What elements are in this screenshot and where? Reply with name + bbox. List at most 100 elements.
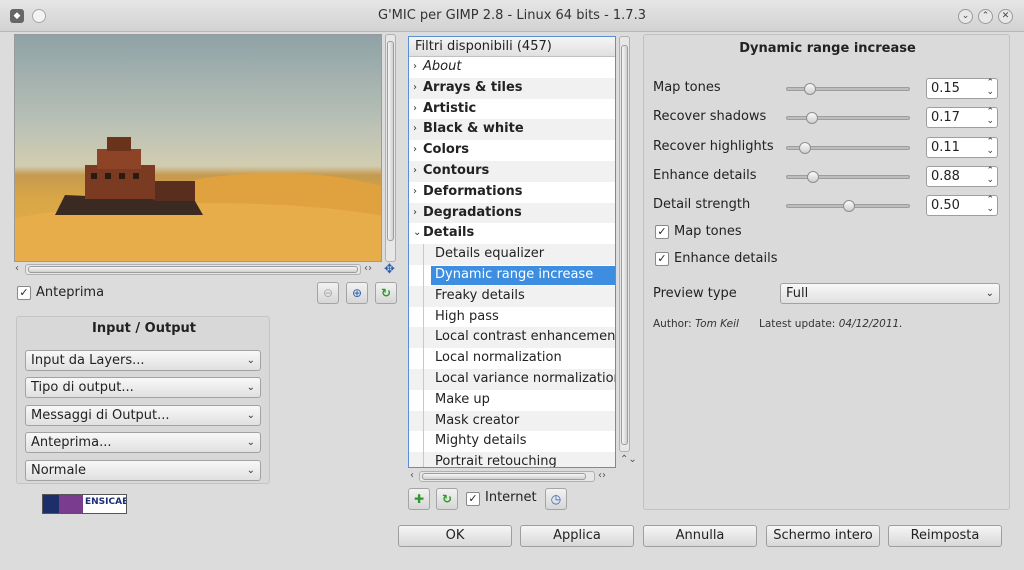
filter-item[interactable]: Local contrast enhancement	[409, 327, 615, 349]
input-layers-combo[interactable]: Input da Layers... ⌄	[25, 350, 261, 371]
reset-button[interactable]: Reimposta	[888, 525, 1002, 547]
spin-arrows-icon[interactable]: ⌃ ⌄	[986, 196, 994, 214]
scroll-thumb[interactable]	[28, 266, 358, 273]
filter-item-label: Make up	[435, 391, 490, 407]
maximize-icon[interactable]: ⌃	[978, 9, 993, 24]
filter-tree-vertical-scrollbar[interactable]	[619, 36, 630, 452]
blend-mode-combo[interactable]: Normale ⌄	[25, 460, 261, 481]
filter-item-label: Degradations	[423, 204, 522, 220]
add-favorite-icon[interactable]: ✚	[408, 488, 430, 510]
filter-category[interactable]: › About	[409, 57, 615, 78]
filter-category[interactable]: › Degradations	[409, 202, 615, 224]
apply-button[interactable]: Applica	[520, 525, 634, 547]
ok-button[interactable]: OK	[398, 525, 512, 547]
scroll-thumb[interactable]	[422, 473, 586, 480]
chevron-down-icon[interactable]: ⌄	[413, 223, 421, 243]
combo-value: Input da Layers...	[31, 353, 145, 368]
filter-item[interactable]: High pass	[409, 306, 615, 328]
chevron-right-icon[interactable]: ›	[413, 99, 417, 119]
preview-mode-combo[interactable]: Anteprima... ⌄	[25, 432, 261, 453]
update-label: Latest update:	[759, 318, 836, 330]
filter-item[interactable]: Mask creator	[409, 410, 615, 432]
param-spinbox[interactable]: 0.17 ⌃ ⌄	[926, 107, 998, 129]
param-slider[interactable]	[786, 141, 910, 154]
filter-item[interactable]: Make up	[409, 389, 615, 411]
preview-vertical-scrollbar[interactable]	[385, 34, 396, 262]
preview-checkbox[interactable]: ✓	[17, 286, 31, 300]
param-slider[interactable]	[786, 200, 910, 213]
filter-tree[interactable]: Filtri disponibili (457) › About › Arrays &…	[408, 36, 616, 468]
internet-checkbox[interactable]: ✓	[466, 492, 480, 506]
chevron-right-icon[interactable]: ›	[413, 119, 417, 139]
scroll-right-icon[interactable]: ‹›	[598, 470, 606, 481]
param-slider[interactable]	[786, 83, 910, 95]
zoom-in-icon[interactable]: ⊕	[346, 282, 368, 304]
close-icon[interactable]: ✕	[998, 9, 1013, 24]
logo-block	[59, 495, 83, 513]
fullscreen-button[interactable]: Schermo intero	[766, 525, 880, 547]
clock-icon[interactable]: ◷	[545, 488, 567, 510]
scroll-right-icon[interactable]: ‹›	[364, 263, 372, 274]
combo-value: Full	[786, 286, 809, 301]
param-spinbox[interactable]: 0.88 ⌃ ⌄	[926, 165, 998, 187]
param-slider[interactable]	[786, 112, 910, 125]
chevron-right-icon[interactable]: ›	[413, 57, 417, 77]
scroll-down-icon[interactable]: ⌃⌄	[620, 454, 637, 465]
slider-handle[interactable]	[799, 141, 812, 154]
enhance-details-checkbox-label: Enhance details	[674, 251, 778, 266]
slider-handle[interactable]	[806, 112, 819, 125]
filter-tree-horizontal-scrollbar[interactable]	[419, 471, 595, 482]
chevron-right-icon[interactable]: ›	[413, 203, 417, 223]
chevron-down-icon: ⌄	[246, 410, 255, 421]
filter-item[interactable]: Local variance normalization	[409, 369, 615, 390]
filter-item-label: Local variance normalization	[435, 371, 615, 386]
filter-item[interactable]: Details equalizer	[409, 244, 615, 265]
filter-item[interactable]: Mighty details	[409, 431, 615, 453]
param-spinbox[interactable]: 0.11 ⌃ ⌄	[926, 136, 998, 158]
preview-horizontal-scrollbar[interactable]	[25, 264, 361, 275]
filter-item[interactable]: Dynamic range increase	[409, 265, 615, 286]
slider-handle[interactable]	[843, 200, 855, 213]
filter-item[interactable]: Portrait retouching	[409, 452, 615, 467]
move-icon[interactable]: ✥	[384, 262, 395, 277]
map-tones-checkbox[interactable]: ✓	[655, 225, 669, 239]
chevron-right-icon[interactable]: ›	[413, 161, 417, 181]
spin-arrows-icon[interactable]: ⌃ ⌄	[986, 108, 994, 126]
spin-arrows-icon[interactable]: ⌃ ⌄	[986, 137, 994, 156]
spin-arrows-icon[interactable]: ⌃ ⌄	[986, 166, 994, 185]
scroll-left-icon[interactable]: ‹	[410, 470, 414, 481]
slider-handle[interactable]	[807, 170, 820, 183]
preview-type-combo[interactable]: Full ⌄	[780, 283, 1000, 304]
chevron-right-icon[interactable]: ›	[413, 140, 417, 160]
refresh-icon[interactable]: ↻	[375, 282, 397, 304]
scroll-thumb[interactable]	[621, 45, 628, 445]
output-messages-combo[interactable]: Messaggi di Output... ⌄	[25, 405, 261, 426]
slider-handle[interactable]	[803, 83, 816, 95]
spin-arrows-icon[interactable]: ⌃ ⌄	[986, 79, 994, 97]
cancel-button[interactable]: Annulla	[643, 525, 757, 547]
minimize-icon[interactable]: ⌄	[958, 9, 973, 24]
filter-item[interactable]: Local normalization	[409, 348, 615, 369]
chevron-right-icon[interactable]: ›	[413, 182, 417, 202]
filter-category[interactable]: › Contours	[409, 161, 615, 182]
param-spinbox[interactable]: 0.50 ⌃ ⌄	[926, 195, 998, 217]
filter-category[interactable]: › Colors	[409, 140, 615, 161]
filter-category[interactable]: › Arrays & tiles	[409, 77, 615, 99]
scroll-left-icon[interactable]: ‹	[15, 263, 19, 274]
filter-item[interactable]: Freaky details	[409, 285, 615, 307]
zoom-out-icon[interactable]: ⊖	[317, 282, 339, 304]
ensicaen-logo[interactable]: ENSICAEN	[42, 494, 127, 514]
filter-category[interactable]: › Deformations	[409, 182, 615, 203]
output-type-combo[interactable]: Tipo di output... ⌄	[25, 377, 261, 398]
filter-category[interactable]: ⌄ Details	[409, 223, 615, 244]
filter-category[interactable]: › Black & white	[409, 119, 615, 141]
image-preview[interactable]	[14, 34, 382, 262]
param-slider[interactable]	[786, 170, 910, 183]
param-spinbox[interactable]: 0.15 ⌃ ⌄	[926, 78, 998, 99]
update-filters-icon[interactable]: ↻	[436, 488, 458, 510]
update-date: 04/12/2011.	[838, 318, 903, 330]
enhance-details-checkbox[interactable]: ✓	[655, 252, 669, 266]
chevron-right-icon[interactable]: ›	[413, 78, 417, 98]
scroll-thumb[interactable]	[387, 41, 394, 241]
filter-category[interactable]: › Artistic	[409, 99, 615, 120]
